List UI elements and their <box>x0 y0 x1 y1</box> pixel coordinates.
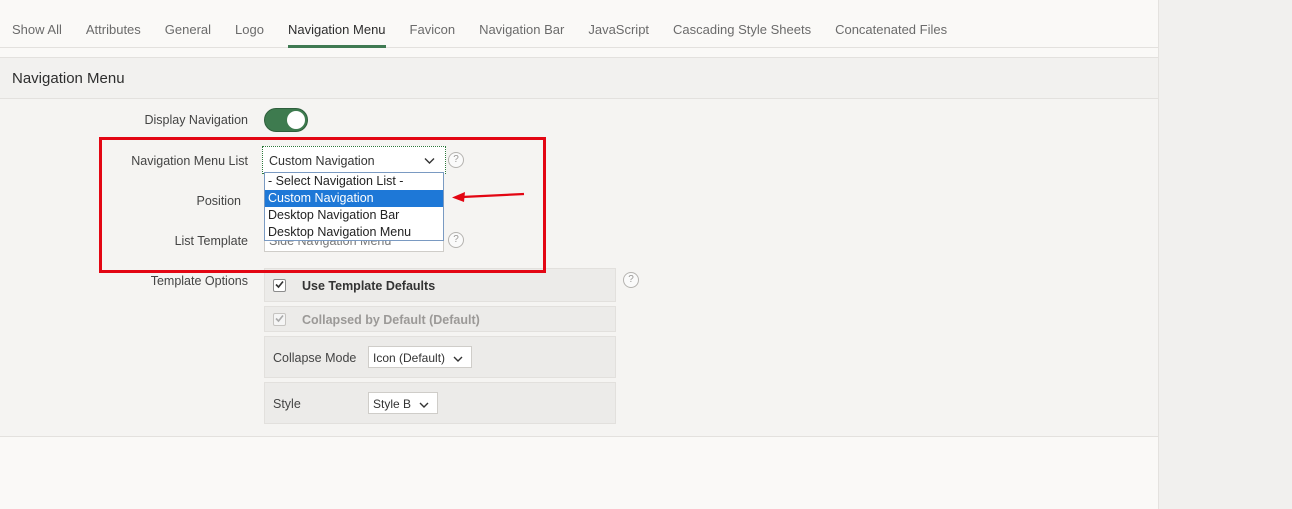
style-value: Style B <box>373 397 412 411</box>
tab-logo[interactable]: Logo <box>235 0 264 48</box>
tab-show-all[interactable]: Show All <box>12 0 62 48</box>
template-options-label: Template Options <box>150 274 248 288</box>
tab-css[interactable]: Cascading Style Sheets <box>673 0 811 48</box>
tab-javascript[interactable]: JavaScript <box>588 0 649 48</box>
display-navigation-label: Display Navigation <box>144 113 248 127</box>
display-navigation-toggle[interactable] <box>264 108 308 132</box>
toggle-knob <box>287 111 305 129</box>
collapse-mode-value: Icon (Default) <box>373 351 446 365</box>
tab-favicon[interactable]: Favicon <box>410 0 456 48</box>
tab-attributes[interactable]: Attributes <box>86 0 141 48</box>
tab-navigation-bar[interactable]: Navigation Bar <box>479 0 564 48</box>
use-defaults-label: Use Template Defaults <box>302 279 436 293</box>
collapse-mode-label: Collapse Mode <box>273 351 357 365</box>
chevron-down-icon <box>453 352 463 366</box>
right-gutter <box>1158 0 1292 509</box>
style-select[interactable]: Style B <box>368 392 438 414</box>
check-icon <box>275 280 284 289</box>
collapsed-checkbox <box>273 313 286 326</box>
tab-navigation-menu[interactable]: Navigation Menu <box>287 0 386 48</box>
style-label: Style <box>273 397 301 411</box>
collapsed-label: Collapsed by Default (Default) <box>302 313 480 327</box>
help-icon[interactable]: ? <box>623 272 639 288</box>
tab-general[interactable]: General <box>165 0 211 48</box>
tab-bar: Show All Attributes General Logo Navigat… <box>0 0 1158 48</box>
region-header: Navigation Menu <box>0 57 1158 99</box>
check-icon <box>275 314 284 323</box>
chevron-down-icon <box>419 398 429 412</box>
style-panel <box>264 382 616 424</box>
arrow-icon <box>448 188 528 209</box>
use-defaults-checkbox[interactable] <box>273 279 286 292</box>
collapse-mode-select[interactable]: Icon (Default) <box>368 346 472 368</box>
tab-concatenated-files[interactable]: Concatenated Files <box>835 0 947 48</box>
region-title: Navigation Menu <box>12 70 125 87</box>
